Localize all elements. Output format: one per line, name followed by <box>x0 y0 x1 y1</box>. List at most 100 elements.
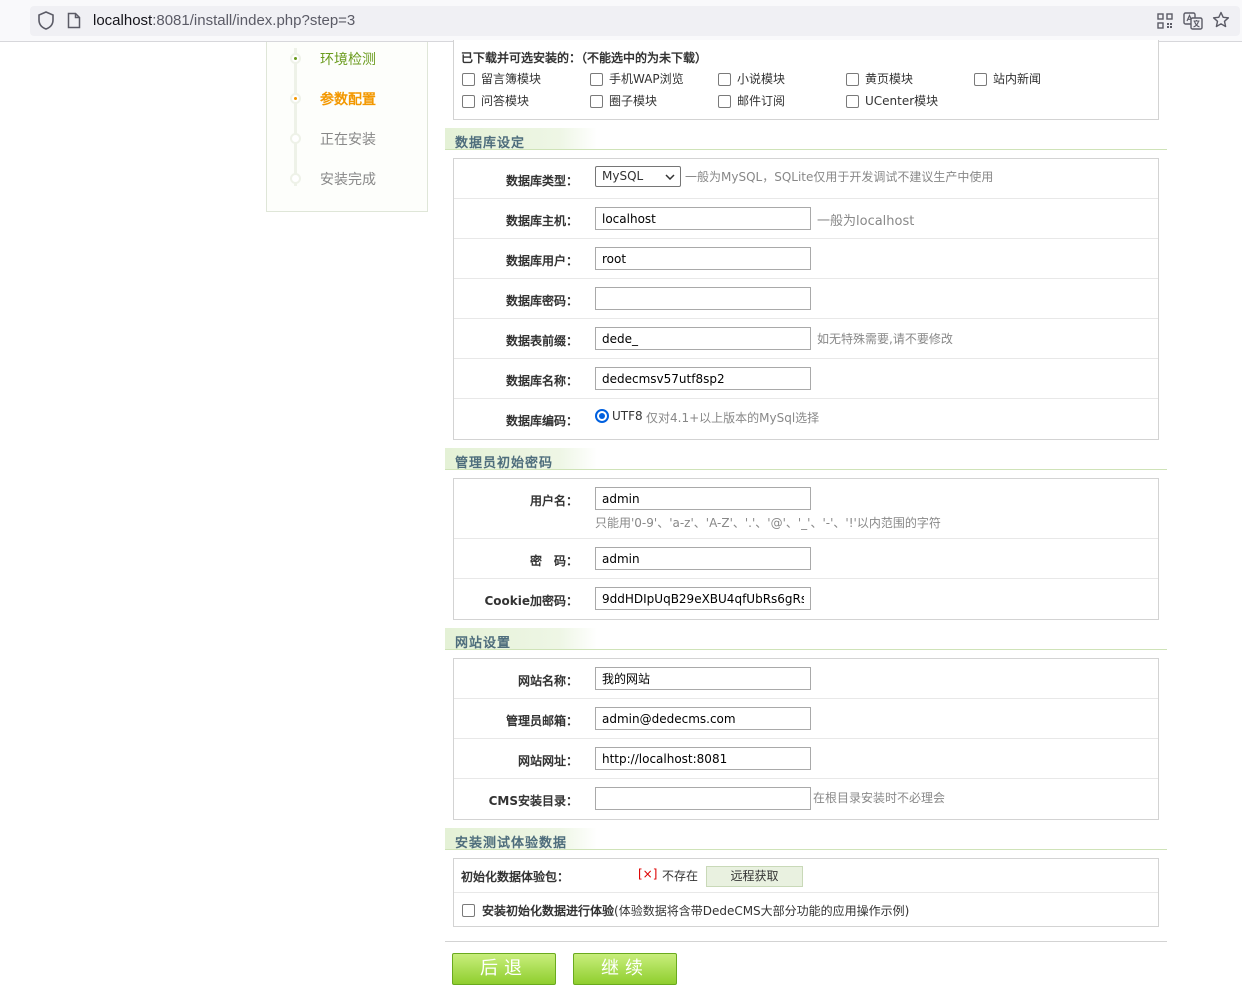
module-label: UCenter模块 <box>865 94 939 108</box>
db-password-input[interactable] <box>595 287 811 310</box>
row-admin-user: 用户名： 只能用'0-9'、'a-z'、'A-Z'、'.'、'@'、'_'、'-… <box>454 479 1158 539</box>
row-db-prefix: 数据表前缀： 如无特殊需要,请不要修改 <box>454 319 1158 359</box>
db-user-input[interactable] <box>595 247 811 270</box>
db-prefix-hint: 如无特殊需要,请不要修改 <box>817 332 953 346</box>
demo-data-box: 初始化数据体验包： [×] 不存在 远程获取 安装初始化数据进行体验(体验数据将… <box>453 858 1159 927</box>
checkbox[interactable] <box>718 73 731 86</box>
demo-install-label[interactable]: 安装初始化数据进行体验(体验数据将含带DedeCMS大部分功能的应用操作示例) <box>482 902 909 919</box>
checkbox[interactable] <box>462 95 475 108</box>
continue-button[interactable]: 继续 <box>573 953 677 985</box>
section-title-database: 数据库设定 <box>445 128 1167 151</box>
db-name-label: 数据库名称： <box>505 374 578 388</box>
db-host-input[interactable] <box>595 207 811 230</box>
row-demo-package: 初始化数据体验包： [×] 不存在 远程获取 <box>454 859 1158 893</box>
step-dot-icon <box>290 173 301 184</box>
cms-dir-label: CMS安装目录： <box>488 794 578 808</box>
continue-button-label: 继续 <box>601 958 649 979</box>
site-name-input[interactable] <box>595 667 811 690</box>
admin-user-input[interactable] <box>595 487 811 510</box>
row-db-type: 数据库类型： MySQL 一般为MySQL，SQLite仅用于开发调试不建议生产… <box>454 159 1158 199</box>
url-path: :8081/install/index.php?step=3 <box>152 12 356 29</box>
qr-code-icon[interactable] <box>1157 13 1173 29</box>
module-label: 圈子模块 <box>609 94 658 108</box>
demo-install-label-text: 安装初始化数据进行体验 <box>482 904 615 918</box>
checkbox[interactable] <box>590 73 603 86</box>
url-text[interactable]: localhost:8081/install/index.php?step=3 <box>93 12 355 29</box>
cms-dir-hint: 在根目录安装时不必理会 <box>813 791 946 805</box>
site-settings-box: 网站名称： 管理员邮箱： 网站网址： CMS安装目录： 在根目录安装时不必理会 <box>453 658 1159 820</box>
charset-utf8-label: UTF8 <box>612 409 643 423</box>
module-label: 问答模块 <box>481 94 530 108</box>
section-title-text: 网站设置 <box>455 636 512 651</box>
row-site-name: 网站名称： <box>454 659 1158 699</box>
page-icon[interactable] <box>67 12 81 29</box>
module-label: 小说模块 <box>737 72 786 86</box>
db-charset-label: 数据库编码： <box>505 414 578 428</box>
module-label: 黄页模块 <box>865 72 914 86</box>
module-yellowpage[interactable]: 黄页模块 <box>846 70 913 87</box>
site-name-label: 网站名称： <box>517 674 578 688</box>
site-url-label: 网站网址： <box>517 754 578 768</box>
admin-password-input[interactable] <box>595 547 811 570</box>
database-settings-box: 数据库类型： MySQL 一般为MySQL，SQLite仅用于开发调试不建议生产… <box>453 158 1159 440</box>
checkbox[interactable] <box>846 73 859 86</box>
back-button[interactable]: 后退 <box>452 953 556 985</box>
row-db-host: 数据库主机： 一般为localhost <box>454 199 1158 239</box>
url-host: localhost <box>93 12 153 29</box>
row-db-name: 数据库名称： <box>454 359 1158 399</box>
module-wap[interactable]: 手机WAP浏览 <box>590 70 684 87</box>
module-ask[interactable]: 问答模块 <box>462 92 529 109</box>
row-cms-dir: CMS安装目录： 在根目录安装时不必理会 <box>454 779 1158 819</box>
checkbox[interactable] <box>974 73 987 86</box>
checkbox[interactable] <box>590 95 603 108</box>
step-label: 环境检测 <box>320 52 376 68</box>
checkbox[interactable] <box>462 73 475 86</box>
admin-email-input[interactable] <box>595 707 811 730</box>
cms-dir-input[interactable] <box>595 787 811 810</box>
shield-icon[interactable] <box>38 11 54 30</box>
db-prefix-input[interactable] <box>595 327 811 350</box>
cookie-key-input[interactable] <box>595 587 811 610</box>
section-title-text: 数据库设定 <box>455 136 526 151</box>
row-db-password: 数据库密码： <box>454 279 1158 319</box>
module-group[interactable]: 圈子模块 <box>590 92 657 109</box>
section-title-site: 网站设置 <box>445 628 1167 651</box>
module-label: 留言簿模块 <box>481 72 542 86</box>
admin-email-label: 管理员邮箱： <box>505 714 578 728</box>
checkbox[interactable] <box>846 95 859 108</box>
section-title-admin: 管理员初始密码 <box>445 448 1167 471</box>
demo-install-checkbox[interactable] <box>462 904 475 917</box>
section-title-demo-data: 安装测试体验数据 <box>445 828 1167 851</box>
module-novel[interactable]: 小说模块 <box>718 70 785 87</box>
step-installing: 正在安装 <box>287 128 427 148</box>
admin-user-hint: 只能用'0-9'、'a-z'、'A-Z'、'.'、'@'、'_'、'-'、'!'… <box>595 516 941 530</box>
module-site-news[interactable]: 站内新闻 <box>974 70 1041 87</box>
remote-fetch-button[interactable]: 远程获取 <box>706 866 803 887</box>
db-type-select[interactable]: MySQL <box>595 166 681 187</box>
module-guestbook[interactable]: 留言簿模块 <box>462 70 541 87</box>
module-label: 手机WAP浏览 <box>609 72 684 86</box>
db-name-input[interactable] <box>595 367 811 390</box>
browser-toolbar: localhost:8081/install/index.php?step=3 <box>0 0 1242 42</box>
module-ucenter[interactable]: UCenter模块 <box>846 92 938 109</box>
modules-heading: 已下载并可选安装的：（不能选中的为未下载） <box>461 51 708 65</box>
status-cross-icon: [×] <box>638 867 658 881</box>
site-url-input[interactable] <box>595 747 811 770</box>
module-mail[interactable]: 邮件订阅 <box>718 92 785 109</box>
remote-fetch-label: 远程获取 <box>730 869 779 883</box>
star-icon[interactable] <box>1212 11 1230 29</box>
module-label: 邮件订阅 <box>737 94 786 108</box>
charset-utf8-radio[interactable] <box>595 409 609 423</box>
checkbox[interactable] <box>718 95 731 108</box>
step-label: 参数配置 <box>320 92 376 108</box>
step-parameter-config: 参数配置 <box>287 88 427 108</box>
step-complete: 安装完成 <box>287 168 427 188</box>
db-password-label: 数据库密码： <box>505 294 578 308</box>
step-environment-check: 环境检测 <box>287 48 427 68</box>
translate-icon[interactable] <box>1183 12 1203 30</box>
back-button-label: 后退 <box>480 958 528 979</box>
footer-divider <box>445 941 1167 942</box>
admin-password-label: 密 码： <box>529 554 578 568</box>
section-title-text: 安装测试体验数据 <box>455 836 568 851</box>
db-prefix-label: 数据表前缀： <box>505 334 578 348</box>
